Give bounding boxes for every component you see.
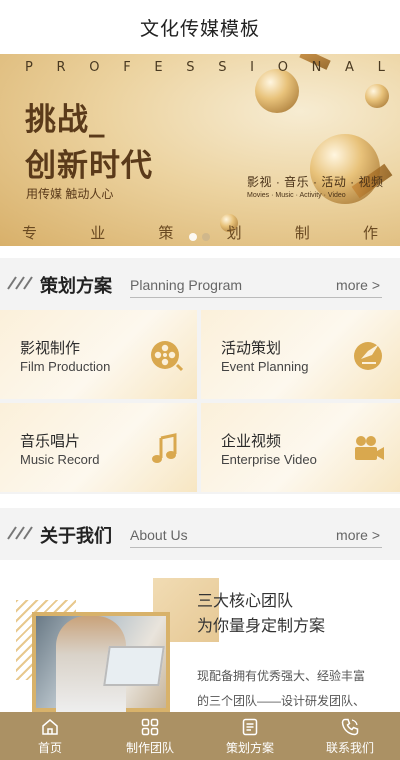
grid-icon xyxy=(141,718,159,735)
music-note-icon xyxy=(152,433,177,463)
nav-label: 首页 xyxy=(37,740,62,755)
card-title: 音乐唱片 xyxy=(20,432,81,450)
nav-item-planning[interactable]: 策划方案 xyxy=(200,712,300,760)
section-title: 关于我们 xyxy=(40,526,112,547)
letter: A xyxy=(345,60,354,75)
about-paragraph-2: 的三个团队——设计研发团队、 xyxy=(197,694,366,708)
carousel-dot-active[interactable] xyxy=(189,233,197,241)
slash-decoration-icon xyxy=(7,276,33,290)
gold-sphere-small xyxy=(365,84,389,108)
banner-headline-1: 挑战_ xyxy=(25,102,106,138)
letter: S xyxy=(218,60,227,75)
card-title: 企业视频 xyxy=(221,432,282,450)
banner-char: 业 xyxy=(90,225,106,242)
about-section-header: 关于我们 About Us more > xyxy=(0,508,400,560)
page-title: 文化传媒模板 xyxy=(139,17,260,40)
nav-item-team[interactable]: 制作团队 xyxy=(100,712,200,760)
event-planning-icon xyxy=(354,342,382,370)
about-heading-1: 三大核心团队 xyxy=(197,591,294,610)
banner-char: 策 xyxy=(158,225,174,242)
divider xyxy=(130,547,382,548)
card-subtitle: Film Production xyxy=(20,359,111,374)
letter: R xyxy=(56,60,66,75)
app-page: 文化传媒模板 P R O F E S S I O N A L 挑战_ 创新时代 … xyxy=(0,0,400,760)
card-subtitle: Music Record xyxy=(20,452,100,467)
professional-letters: P R O F E S S I O N A L xyxy=(25,60,385,75)
card-subtitle: Enterprise Video xyxy=(221,452,317,467)
nav-label: 联系我们 xyxy=(325,740,374,755)
photo-laptop xyxy=(103,646,165,686)
letter: S xyxy=(186,60,195,75)
phone-icon xyxy=(341,718,359,735)
card-music-record[interactable]: 音乐唱片 Music Record xyxy=(0,403,197,492)
banner-char: 制 xyxy=(294,225,310,242)
banner-char: 专 xyxy=(22,225,38,242)
banner-slogan: 用传媒 触动人心 xyxy=(26,187,114,201)
banner-categories: 影视 · 音乐 · 活动 · 视频 xyxy=(247,175,384,189)
letter: E xyxy=(154,60,163,75)
nav-item-contact[interactable]: 联系我们 xyxy=(300,712,400,760)
section-title: 策划方案 xyxy=(40,276,112,297)
video-camera-icon xyxy=(355,436,384,460)
letter: F xyxy=(123,60,131,75)
letter: I xyxy=(250,60,255,75)
nav-label: 制作团队 xyxy=(125,740,174,755)
banner-headline-2: 创新时代 xyxy=(25,148,153,184)
card-subtitle: Event Planning xyxy=(221,359,309,374)
section-subtitle: Planning Program xyxy=(130,277,243,293)
more-link[interactable]: more > xyxy=(336,527,380,543)
slash-decoration-icon xyxy=(7,526,33,540)
gold-sphere-medium xyxy=(255,69,299,113)
banner-categories-en: Movies · Music · Activity · Video xyxy=(247,192,346,199)
card-film-production[interactable]: 影视制作 Film Production xyxy=(0,310,197,399)
planning-section-header: 策划方案 Planning Program more > xyxy=(0,258,400,310)
more-link[interactable]: more > xyxy=(336,277,380,293)
document-icon xyxy=(242,718,258,735)
home-icon xyxy=(42,718,58,735)
banner-char: 划 xyxy=(226,225,242,242)
carousel-dot[interactable] xyxy=(202,233,210,241)
about-heading-2: 为你量身定制方案 xyxy=(197,616,326,635)
banner-char: 作 xyxy=(362,225,378,242)
letter: N xyxy=(311,60,322,75)
top-header: 文化传媒模板 xyxy=(0,0,400,54)
nav-item-home[interactable]: 首页 xyxy=(0,712,100,760)
section-subtitle: About Us xyxy=(130,527,188,543)
card-title: 活动策划 xyxy=(221,339,282,357)
letter: P xyxy=(25,60,33,75)
planning-grid: 影视制作 Film Production 活动策划 Event Planning… xyxy=(0,310,400,494)
film-reel-icon xyxy=(151,341,183,372)
card-event-planning[interactable]: 活动策划 Event Planning xyxy=(201,310,400,399)
letter: L xyxy=(377,60,385,75)
card-title: 影视制作 xyxy=(20,339,81,357)
bottom-nav: 首页 制作团队 策划方案 联系我们 xyxy=(0,712,400,760)
about-content: 三大核心团队 为你量身定制方案 现配备拥有优秀强大、经验丰富 的三个团队——设计… xyxy=(0,570,400,712)
nav-label: 策划方案 xyxy=(225,740,274,755)
letter: O xyxy=(277,60,288,75)
about-paragraph-1: 现配备拥有优秀强大、经验丰富 xyxy=(197,669,366,683)
team-photo xyxy=(32,612,170,712)
divider xyxy=(130,297,382,298)
letter: O xyxy=(89,60,100,75)
hero-banner[interactable]: P R O F E S S I O N A L 挑战_ 创新时代 用传媒 触动人… xyxy=(0,54,400,246)
carousel-dots xyxy=(189,233,210,241)
card-enterprise-video[interactable]: 企业视频 Enterprise Video xyxy=(201,403,400,492)
